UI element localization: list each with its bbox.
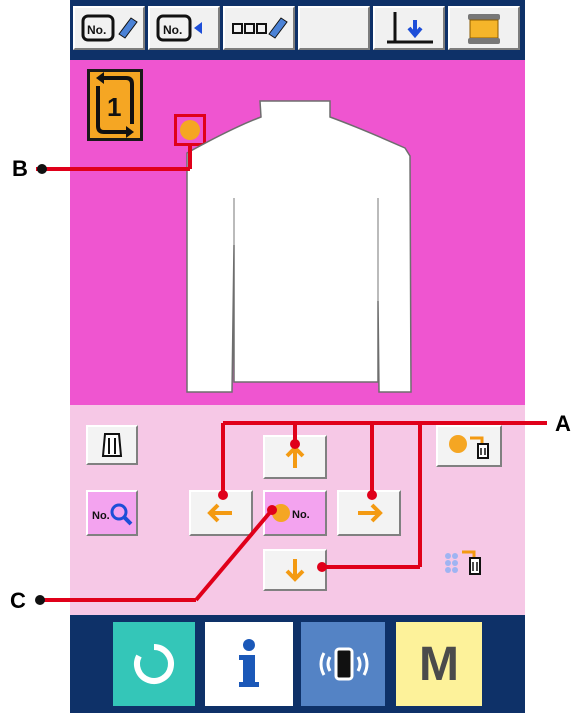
mode-button-label: M: [419, 637, 459, 691]
move-right-button[interactable]: [337, 490, 401, 536]
pattern-number-edit-label: No.: [87, 23, 106, 37]
pattern-number-select-label: No.: [163, 23, 182, 37]
bobbin-winder-button[interactable]: [448, 6, 520, 50]
pattern-number-value: 1: [107, 92, 121, 122]
thread-trim-icon: [449, 435, 489, 459]
ready-button[interactable]: [113, 622, 195, 706]
blank-button[interactable]: [298, 6, 370, 50]
callout-a-label: A: [555, 411, 571, 436]
origin-return-label: No.: [292, 509, 310, 521]
move-down-button[interactable]: [263, 549, 327, 591]
communication-button[interactable]: [301, 622, 385, 706]
stitch-indicator-icon: [445, 550, 481, 575]
pattern-number-button[interactable]: 1: [87, 69, 143, 141]
pattern-search-button[interactable]: No.: [86, 490, 138, 536]
move-up-button[interactable]: [263, 435, 327, 479]
information-button[interactable]: [205, 622, 293, 706]
pattern-number-select-button[interactable]: No.: [148, 6, 220, 50]
origin-return-button[interactable]: No.: [263, 490, 327, 536]
needle-origin-dot: [180, 120, 200, 140]
stitch-count-indicator: [440, 546, 500, 586]
arrow-right-icon: [358, 503, 383, 523]
move-left-button[interactable]: [189, 490, 253, 536]
arrow-down-icon: [285, 559, 305, 582]
callout-c-label: C: [10, 588, 26, 613]
thread-clamp-button[interactable]: [373, 6, 445, 50]
mode-button[interactable]: M: [396, 622, 482, 706]
communication-icon: [319, 647, 369, 681]
search-icon: [110, 503, 128, 521]
trim-on-off-button[interactable]: [436, 425, 502, 467]
pattern-number-edit-button[interactable]: No.: [73, 6, 145, 50]
ready-circle-icon: [134, 644, 174, 684]
text-edit-button[interactable]: [223, 6, 295, 50]
callout-b-label: B: [12, 156, 28, 181]
pattern-search-label: No.: [92, 510, 110, 522]
origin-dot-icon: [272, 504, 290, 522]
arrow-up-icon: [285, 445, 305, 468]
presser-button[interactable]: [86, 425, 138, 465]
presser-icon: [101, 433, 123, 457]
info-icon: [239, 639, 259, 687]
arrow-left-icon: [207, 503, 232, 523]
